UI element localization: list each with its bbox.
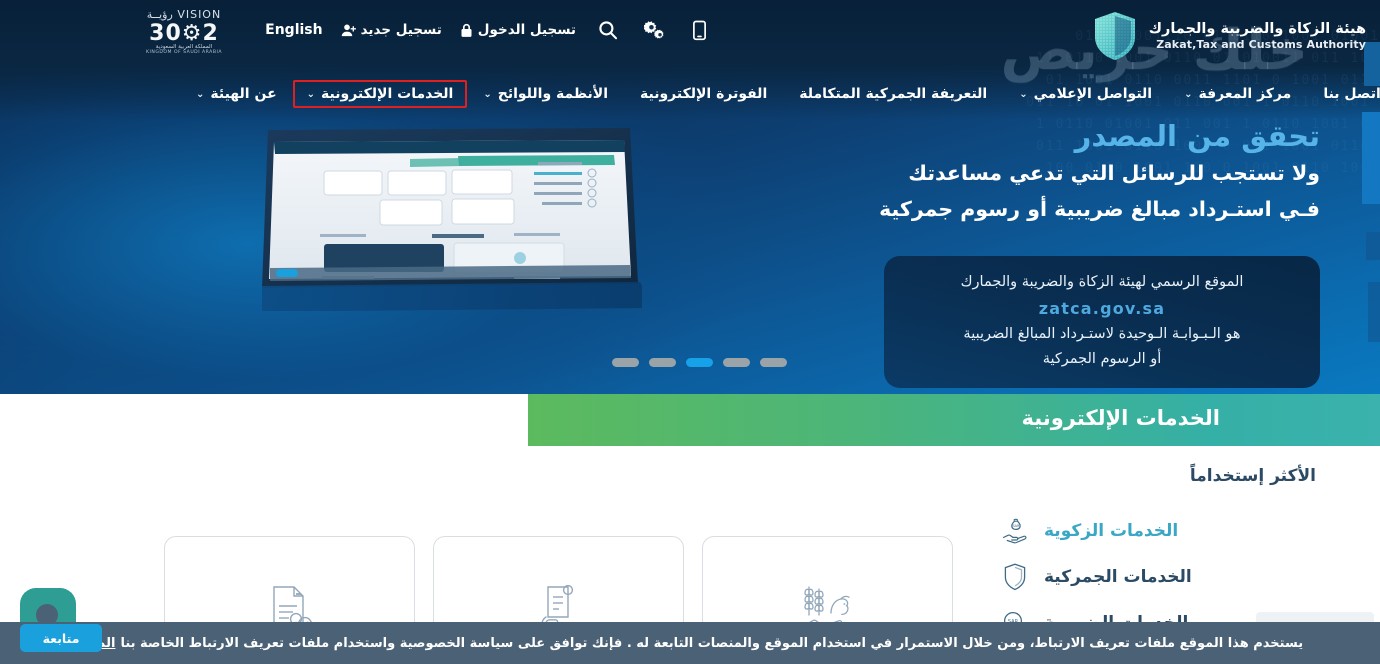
utility-links: VISION رؤيــة 2⚙30 المملكة العربية السعو… — [0, 0, 720, 60]
cookie-consent-banner: يستخدم هذا الموقع ملفات تعريف الارتباط، … — [0, 622, 1380, 664]
nav-label-about: عن الهيئة — [210, 86, 277, 102]
language-label: English — [265, 22, 323, 38]
carousel-pagination[interactable] — [612, 358, 787, 367]
vision-2030-logo[interactable]: VISION رؤيــة 2⚙30 المملكة العربية السعو… — [118, 6, 250, 54]
user-plus-icon — [341, 23, 356, 38]
hero-subtitle-line-1: ولا تستجب للرسائل التي تدعي مساعدتك — [908, 161, 1320, 186]
nav-item-einvoicing[interactable]: الفوترة الإلكترونية — [624, 83, 783, 105]
chevron-down-icon: ⌄ — [483, 89, 492, 100]
note-line-1: الموقع الرسمي لهيئة الزكاة والضريبة والج… — [960, 274, 1244, 290]
search-button[interactable] — [585, 20, 631, 40]
most-used-header: الأكثر إستخداماً — [1189, 466, 1316, 486]
hand-money-bag-icon: SAR — [1000, 515, 1030, 547]
top-utility-bar: هيئة الزكاة والضريبة والجمارك Zakat,Tax … — [0, 0, 1380, 60]
register-label: تسجيل جديد — [360, 22, 442, 38]
nav-label-eservices: الخدمات الإلكترونية — [321, 86, 454, 102]
nav-label-regulations: الأنظمة واللوائح — [497, 86, 609, 102]
nav-item-knowledge-center[interactable]: مركز المعرفة ⌄ — [1168, 83, 1307, 105]
search-icon — [599, 21, 618, 40]
language-switch-english[interactable]: English — [256, 22, 331, 38]
hero-official-site-note: الموقع الرسمي لهيئة الزكاة والضريبة والج… — [884, 256, 1320, 389]
login-link[interactable]: تسجيل الدخول — [451, 22, 585, 38]
svg-text:المملكة العربية السعودية: المملكة العربية السعودية — [156, 43, 213, 50]
nav-label-einvoicing: الفوترة الإلكترونية — [640, 86, 768, 102]
eservices-label-customs: الخدمات الجمركية — [1044, 567, 1192, 587]
decor-block-3 — [1366, 232, 1380, 260]
nav-item-customs-tariff[interactable]: التعريفة الجمركية المتكاملة — [783, 83, 1003, 105]
chevron-down-icon: ⌄ — [1019, 89, 1028, 100]
hero-subtitle-line-2: فـي استـرداد مبالغ ضريبية أو رسوم جمركية — [879, 197, 1320, 222]
cookie-accept-button[interactable]: متابعة — [20, 624, 102, 652]
brand-name-en: Zakat,Tax and Customs Authority — [1156, 38, 1366, 52]
hero-title: تحقق من المصدر — [1074, 119, 1320, 153]
svg-text:SAR: SAR — [1012, 524, 1020, 528]
cookie-consent-text: يستخدم هذا الموقع ملفات تعريف الارتباط، … — [120, 635, 1304, 651]
brand-name-ar: هيئة الزكاة والضريبة والجمارك — [1148, 21, 1366, 38]
gear-settings-icon — [644, 21, 664, 39]
eservices-label-zakat: الخدمات الزكوية — [1044, 521, 1179, 541]
mobile-phone-icon — [693, 20, 706, 40]
svg-text:VISION رؤيــة: VISION رؤيــة — [147, 8, 221, 21]
chevron-down-icon: ⌄ — [306, 89, 316, 100]
carousel-dot-3[interactable] — [686, 358, 713, 367]
register-link[interactable]: تسجيل جديد — [332, 22, 451, 38]
accessibility-settings-button[interactable] — [631, 20, 679, 40]
nav-item-regulations[interactable]: الأنظمة واللوائح ⌄ — [467, 83, 624, 105]
note-line-3: هو الـبـوابـة الـوحيدة لاستـرداد المبالغ… — [963, 326, 1241, 343]
svg-text:2⚙30: 2⚙30 — [149, 21, 219, 46]
login-label: تسجيل الدخول — [477, 22, 576, 38]
eservices-item-customs[interactable]: الخدمات الجمركية — [1000, 554, 1320, 600]
page-root: 01001 1001 0110 01 1001110 0110 10 011 0… — [0, 0, 1380, 664]
main-navigation: عن الهيئة ⌄ الخدمات الإلكترونية ⌄ الأنظم… — [180, 78, 1380, 110]
lock-icon — [460, 23, 473, 38]
chevron-down-icon: ⌄ — [1184, 89, 1193, 100]
nav-item-media[interactable]: التواصل الإعلامي ⌄ — [1003, 83, 1168, 105]
zatca-shield-icon — [1094, 12, 1135, 60]
shield-icon — [1000, 561, 1030, 593]
eservices-item-zakat[interactable]: SAR الخدمات الزكوية — [1000, 508, 1320, 554]
nav-label-customs-tariff: التعريفة الجمركية المتكاملة — [799, 86, 988, 102]
nav-label-contact-us: اتصل بنا — [1323, 86, 1380, 102]
note-line-4: أو الرسوم الجمركية — [1042, 351, 1162, 368]
nav-item-eservices[interactable]: الخدمات الإلكترونية ⌄ — [292, 80, 468, 108]
svg-text:KINGDOM OF SAUDI ARABIA: KINGDOM OF SAUDI ARABIA — [146, 49, 222, 54]
hero-copy: تحقق من المصدر ولا تستجب للرسائل التي تد… — [840, 118, 1320, 226]
nav-item-about-authority[interactable]: عن الهيئة ⌄ — [180, 83, 293, 105]
nav-label-knowledge-center: مركز المعرفة — [1198, 86, 1292, 102]
decor-block-4 — [1368, 282, 1380, 342]
mobile-app-button[interactable] — [679, 20, 720, 41]
carousel-dot-4[interactable] — [649, 358, 676, 367]
nav-label-media: التواصل الإعلامي — [1033, 86, 1153, 102]
eservices-band — [528, 394, 1380, 446]
decor-block-2 — [1362, 112, 1380, 204]
hero-laptop-image — [244, 126, 654, 312]
official-domain: zatca.gov.sa — [1038, 298, 1166, 318]
carousel-dot-2[interactable] — [723, 358, 750, 367]
eservices-band-title: الخدمات الإلكترونية — [1021, 406, 1220, 430]
carousel-dot-5[interactable] — [612, 358, 639, 367]
chevron-down-icon: ⌄ — [196, 89, 205, 100]
nav-item-contact-us[interactable]: اتصل بنا — [1307, 83, 1380, 105]
zatca-logo[interactable]: هيئة الزكاة والضريبة والجمارك Zakat,Tax … — [1091, 10, 1366, 62]
carousel-dot-1[interactable] — [760, 358, 787, 367]
